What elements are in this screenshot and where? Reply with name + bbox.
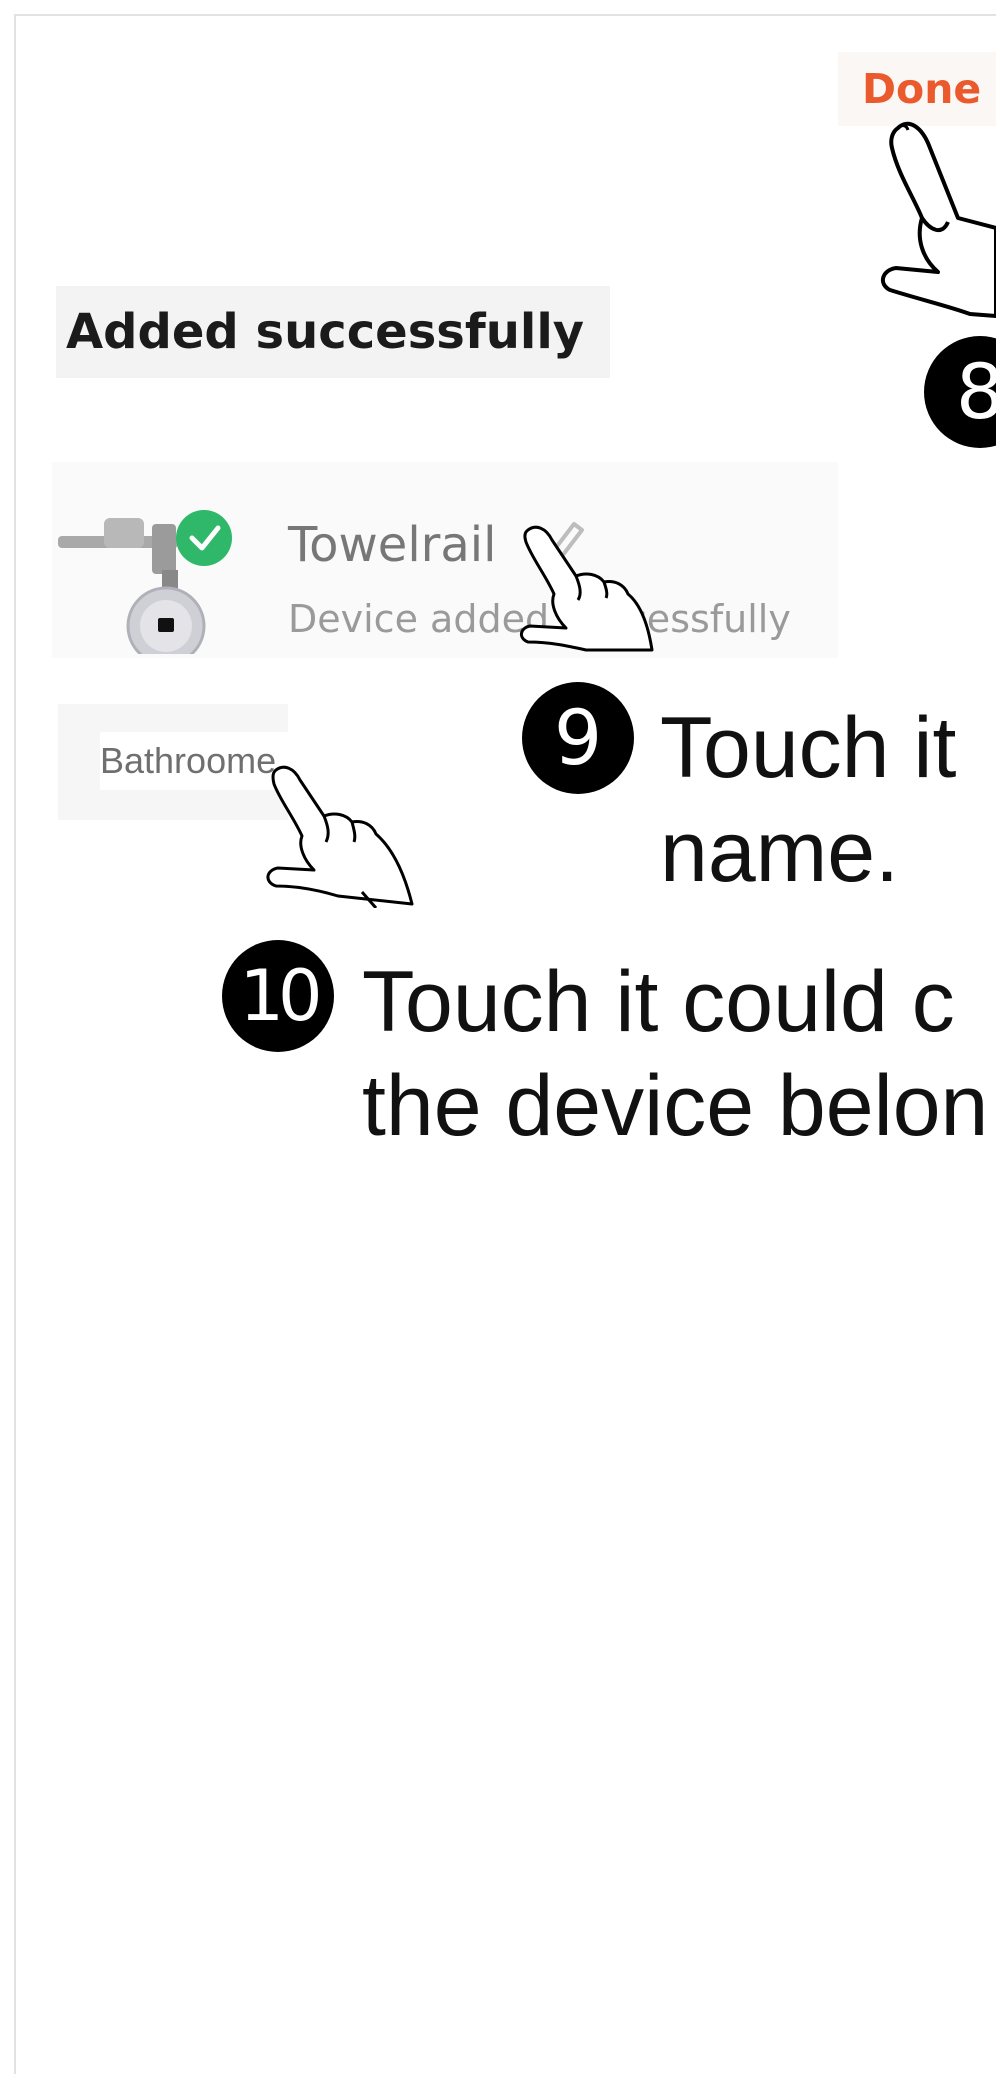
step-10-line-2: the device belon bbox=[362, 1058, 989, 1154]
pointing-hand-icon bbox=[266, 765, 414, 908]
step-badge-9: 9 bbox=[522, 682, 634, 794]
step-9-line-2: name. bbox=[660, 804, 900, 900]
step-9-line-1: Touch it bbox=[660, 700, 957, 796]
checkmark-icon bbox=[176, 510, 232, 566]
towel-rail-device-icon bbox=[58, 510, 232, 654]
device-name[interactable]: Towelrail bbox=[288, 510, 496, 580]
room-selector[interactable]: Bathroome bbox=[58, 704, 296, 820]
pointing-hand-icon bbox=[880, 121, 996, 318]
page-title: Added successfully bbox=[56, 286, 610, 378]
step-badge-10: 10 bbox=[222, 940, 334, 1052]
pointing-hand-icon bbox=[520, 525, 654, 652]
device-row[interactable]: Towelrail Device added successfully bbox=[52, 462, 838, 658]
done-button[interactable]: Done bbox=[838, 52, 996, 126]
step-10-line-1: Touch it could c bbox=[362, 954, 955, 1050]
